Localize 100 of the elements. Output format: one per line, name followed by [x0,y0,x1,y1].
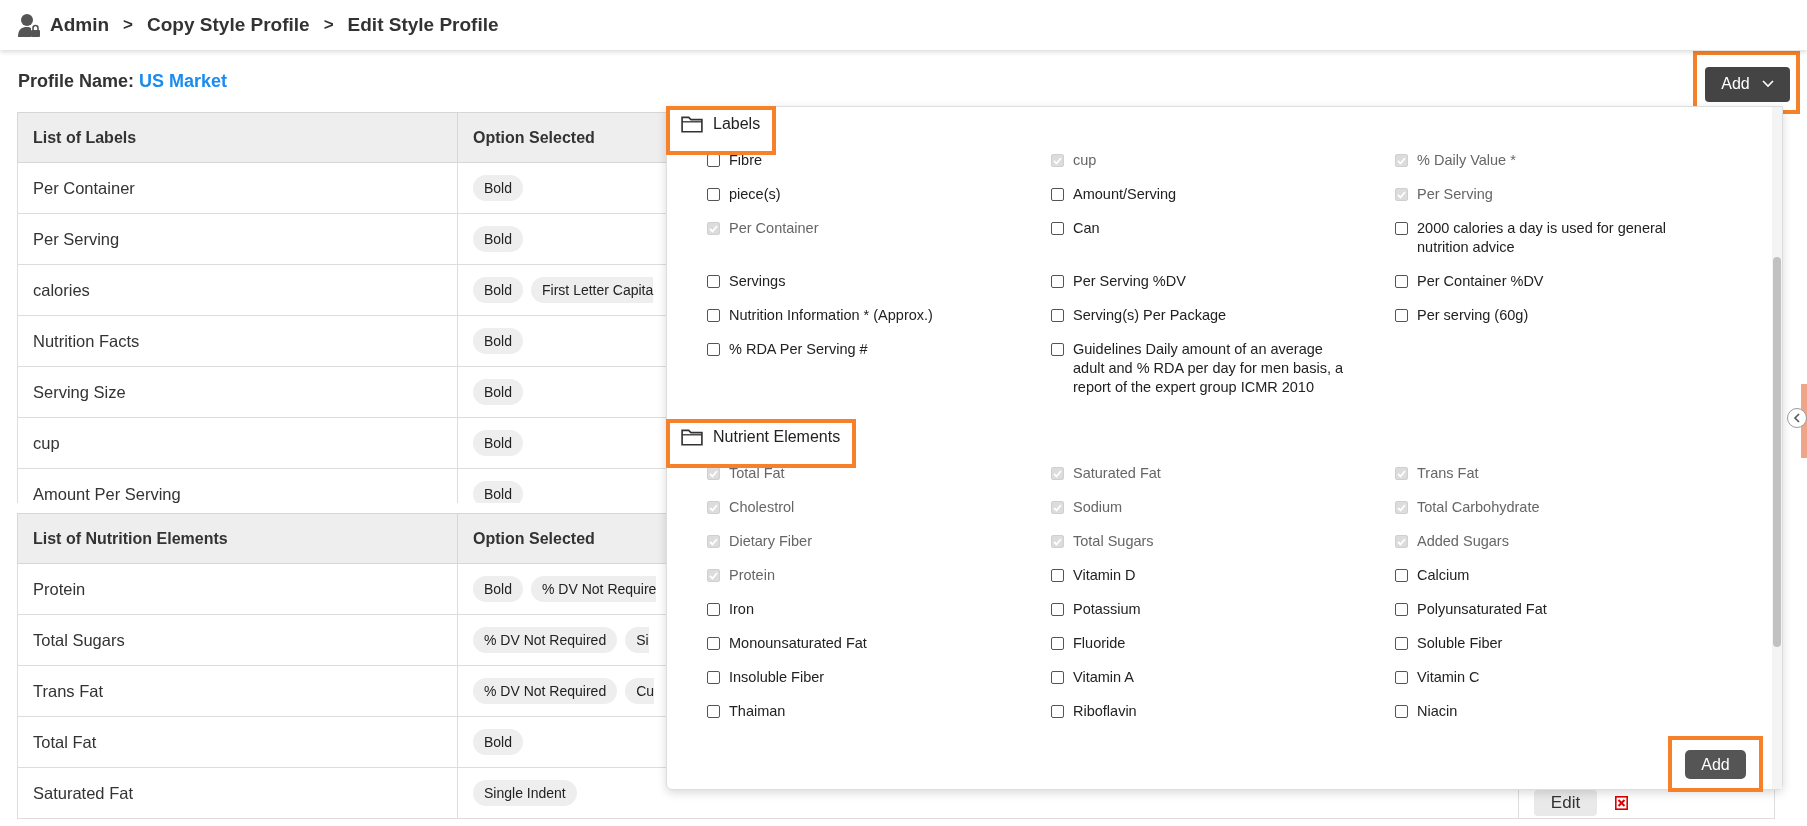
checkbox-option[interactable]: Potassium [1051,600,1395,634]
checkbox[interactable] [1051,275,1064,288]
breadcrumb-separator: > [323,15,334,35]
checkbox-option[interactable]: Serving(s) Per Package [1051,306,1395,340]
checkbox-option[interactable]: Per Container [707,219,1051,272]
checkbox-option[interactable]: Vitamin D [1051,566,1395,600]
checkbox[interactable] [1395,705,1408,718]
edit-button[interactable]: Edit [1534,790,1597,816]
checkbox-option[interactable]: Soluble Fiber [1395,634,1739,668]
checkbox[interactable] [1051,705,1064,718]
folder-icon [681,115,703,133]
chevron-down-icon [1761,80,1774,88]
checkbox-option[interactable]: Protein [707,566,1051,600]
breadcrumb-separator: > [123,15,134,35]
checkbox[interactable] [1395,222,1408,235]
delete-icon[interactable] [1615,796,1628,810]
checkbox-option[interactable]: Niacin [1395,702,1739,736]
breadcrumb-item[interactable]: Admin [50,14,110,36]
checkbox[interactable] [1395,275,1408,288]
checkbox-option[interactable]: Guidelines Daily amount of an average adult and % RDA per day for men basis, a report of the expert group ICMR 2010 [1051,340,1395,412]
checkbox-option[interactable]: Per Container %DV [1395,272,1739,306]
option-chip: Bold [473,430,524,456]
checkbox-option[interactable]: Per serving (60g) [1395,306,1739,340]
checkbox-option[interactable]: Amount/Serving [1051,185,1395,219]
checkbox[interactable] [1395,637,1408,650]
checkbox[interactable] [1051,603,1064,616]
checkbox-option[interactable]: Riboflavin [1051,702,1395,736]
row-name: Nutrition Facts [33,331,140,350]
checkbox-option[interactable]: Iron [707,600,1051,634]
checkbox[interactable] [1395,603,1408,616]
option-chip: Bold [473,226,524,252]
option-chip: % DV Not Required [473,627,618,653]
admin-user-icon [18,13,40,37]
option-chip: Bold [473,328,524,354]
row-name: cup [33,433,60,452]
breadcrumb-item[interactable]: Copy Style Profile [147,14,310,36]
row-name: Saturated Fat [33,783,133,802]
option-chip: Bold [473,379,524,405]
option-chip: Bold [473,576,524,602]
checkbox[interactable] [707,188,720,201]
checkbox-option[interactable]: 2000 calories a day is used for general nutrition advice [1395,219,1739,272]
option-chip: Bold [473,175,524,201]
checkbox[interactable] [1395,671,1408,684]
checkbox-option[interactable]: Insoluble Fiber [707,668,1051,702]
checkbox-option[interactable]: Calcium [1395,566,1739,600]
checkbox[interactable] [1051,671,1064,684]
checkbox[interactable] [1051,222,1064,235]
row-name: Amount Per Serving [33,484,181,503]
option-chip: Cu [625,678,655,704]
option-chip: First Letter Capita [531,277,654,303]
checkbox[interactable] [1051,637,1064,650]
checkbox-option[interactable]: % RDA Per Serving # [707,340,1051,412]
checkbox[interactable] [707,671,720,684]
checkbox-option[interactable]: Trans Fat [1395,464,1739,498]
option-chip: % DV Not Require [531,576,657,602]
scrollbar-thumb[interactable] [1773,257,1781,647]
add-dropdown-button[interactable]: Add [1705,66,1790,102]
checkbox[interactable] [707,343,720,356]
checkbox[interactable] [1395,569,1408,582]
checkbox[interactable] [1051,309,1064,322]
checkbox-option[interactable]: Polyunsaturated Fat [1395,600,1739,634]
checkbox-option[interactable]: Servings [707,272,1051,306]
add-button[interactable]: Add [1685,750,1746,779]
breadcrumb-item: Edit Style Profile [347,14,499,36]
column-header: List of Nutrition Elements [17,513,458,564]
checkbox[interactable] [1051,343,1064,356]
row-name: Total Sugars [33,630,125,649]
checkbox-option[interactable]: Vitamin C [1395,668,1739,702]
checkbox-option[interactable]: Dietary Fiber [707,532,1051,566]
checkbox-option[interactable]: Monounsaturated Fat [707,634,1051,668]
checkbox[interactable] [707,705,720,718]
checkbox[interactable] [707,275,720,288]
checkbox-option[interactable]: Can [1051,219,1395,272]
checkbox-option[interactable]: Thaiman [707,702,1051,736]
option-chip: Bold [473,277,524,303]
checkbox[interactable] [707,637,720,650]
row-name: calories [33,280,90,299]
checkbox-option[interactable]: Total Fat [707,464,1051,498]
checkbox-option[interactable]: Vitamin A [1051,668,1395,702]
checkbox-option[interactable]: Total Sugars [1051,532,1395,566]
row-name: Total Fat [33,732,97,751]
row-name: Per Serving [33,229,120,248]
checkbox[interactable] [707,309,720,322]
checkbox-option[interactable]: Per Serving [1395,185,1739,219]
option-chip: % DV Not Required [473,678,618,704]
checkbox-option[interactable]: piece(s) [707,185,1051,219]
row-name: Serving Size [33,382,126,401]
checkbox-option[interactable]: Per Serving %DV [1051,272,1395,306]
checkbox-option[interactable]: Nutrition Information * (Approx.) [707,306,1051,340]
checkbox[interactable] [707,603,720,616]
collapse-toggle[interactable] [1787,408,1807,428]
checkbox[interactable] [1051,188,1064,201]
checkbox[interactable] [1395,309,1408,322]
row-name: Per Container [33,178,135,197]
checkbox-option[interactable]: Fluoride [1051,634,1395,668]
option-chip: Si [625,627,649,653]
column-header: List of Labels [17,112,458,163]
checkbox[interactable] [1051,569,1064,582]
checkbox[interactable] [707,154,720,167]
checkbox-option[interactable]: Saturated Fat [1051,464,1395,498]
